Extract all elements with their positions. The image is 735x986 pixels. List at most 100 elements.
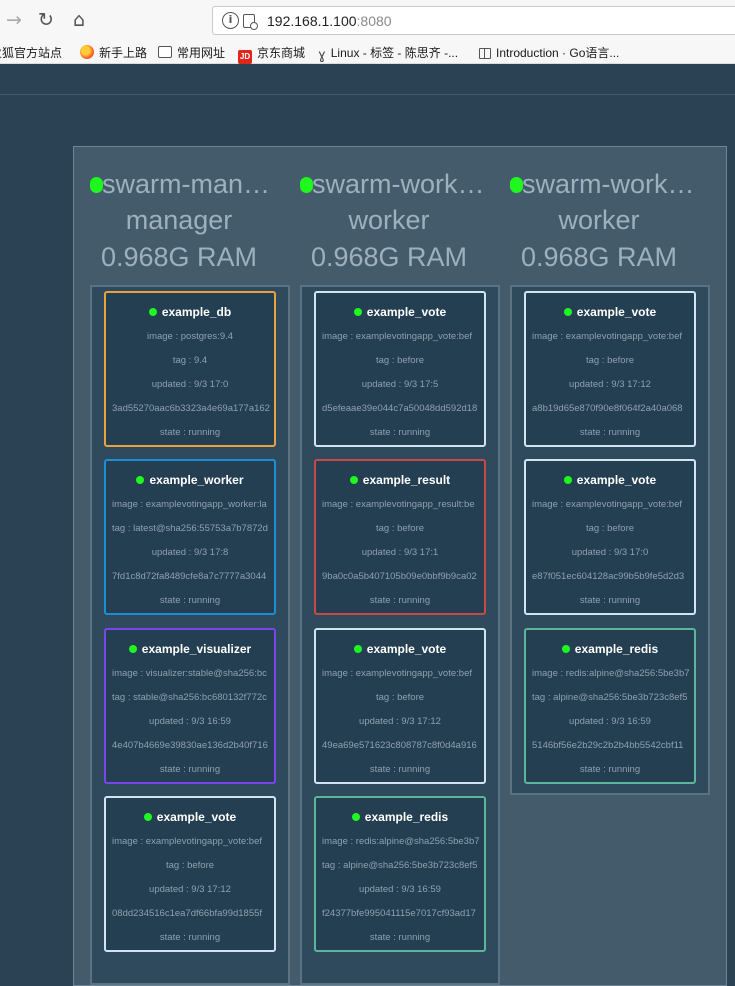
task-state: state : running — [369, 764, 431, 775]
task-updated: updated : 9/3 16:59 — [359, 884, 441, 895]
bookmark-label: 火狐官方站点 — [0, 46, 63, 60]
task-name: example_vote — [366, 642, 447, 656]
bookmark-getting-started[interactable]: 新手上路 — [80, 44, 147, 61]
task-title: example_vote — [526, 305, 694, 319]
task-status-dot — [563, 308, 572, 316]
node-swarm-worker2: swarm-worker2 worker 0.968G RAM example_… — [494, 147, 710, 795]
node-role: worker — [348, 205, 430, 235]
task-card[interactable]: example_visualizer image : visualizer:st… — [104, 628, 276, 784]
firefox-icon — [80, 45, 94, 59]
task-card[interactable]: example_vote image : examplevotingapp_vo… — [524, 459, 696, 615]
task-image: image : examplevotingapp_vote:bef — [532, 331, 682, 342]
node-task-list: example_vote image : examplevotingapp_vo… — [510, 285, 710, 795]
bookmark-firefox-official[interactable]: 火狐官方站点 — [0, 44, 62, 61]
task-name: example_db — [161, 305, 232, 319]
task-status-dot — [353, 308, 362, 316]
task-state: state : running — [369, 427, 431, 438]
bookmark-linux[interactable]: ɣ Linux - 标签 - 陈思齐 -... — [318, 44, 458, 63]
task-image: image : redis:alpine@sha256:5be3b7 — [322, 836, 480, 847]
task-name: example_vote — [366, 305, 447, 319]
task-status-dot — [561, 645, 570, 653]
task-tag: tag : before — [375, 523, 425, 534]
task-card[interactable]: example_vote image : examplevotingapp_vo… — [314, 291, 486, 447]
task-title: example_vote — [106, 810, 274, 824]
info-icon[interactable]: i — [222, 12, 239, 29]
task-id: 49ea69e571623c808787c8f0d4a916 — [322, 740, 477, 751]
bookmark-label: 京东商城 — [257, 46, 306, 60]
task-updated: updated : 9/3 17:1 — [361, 547, 439, 558]
task-state: state : running — [579, 427, 641, 438]
task-id: f24377bfe995041115e7017cf93ad17 — [322, 908, 476, 919]
task-id: a8b19d65e870f90e8f064f2a40a068 — [532, 403, 683, 414]
task-name: example_vote — [156, 810, 237, 824]
task-card[interactable]: example_vote image : examplevotingapp_vo… — [314, 628, 486, 784]
task-tag: tag : latest@sha256:55753a7b7872d — [112, 523, 268, 534]
task-image: image : examplevotingapp_worker:la — [112, 499, 267, 510]
task-image: image : examplevotingapp_vote:bef — [322, 331, 472, 342]
task-status-dot — [349, 476, 358, 484]
node-task-list: example_db image : postgres:9.4 tag : 9.… — [90, 285, 290, 985]
task-title: example_vote — [316, 642, 484, 656]
task-tag: tag : before — [165, 860, 215, 871]
task-updated: updated : 9/3 17:5 — [361, 379, 439, 390]
task-id: 7fd1c8d72fa8489cfe8a7c7777a3044 — [112, 571, 267, 582]
task-state: state : running — [579, 595, 641, 606]
bookmark-go-intro[interactable]: Introduction · Go语言... — [479, 44, 619, 61]
task-image: image : examplevotingapp_vote:bef — [532, 499, 682, 510]
bookmark-common-sites[interactable]: 常用网址 — [158, 44, 225, 61]
url-text[interactable]: 192.168.1.100:8080 — [267, 13, 392, 29]
navigation-bar: → ↻ ⌂ i 192.168.1.100:8080 — [0, 0, 735, 40]
reload-icon[interactable]: ↻ — [34, 8, 58, 32]
task-id: d5efeaae39e044c7a50048dd592d18 — [322, 403, 478, 414]
task-tag: tag : stable@sha256:bc680132f772c — [112, 692, 267, 703]
node-ram: 0.968G RAM — [520, 242, 678, 272]
task-card[interactable]: example_vote image : examplevotingapp_vo… — [104, 796, 276, 952]
task-id: 5146bf56e2b29c2b2b4bb5542cbf11 — [532, 740, 684, 751]
url-host: 192.168.1.100 — [267, 13, 357, 29]
task-tag: tag : before — [585, 523, 635, 534]
task-image: image : redis:alpine@sha256:5be3b7 — [532, 668, 690, 679]
folder-icon — [158, 46, 172, 58]
bookmark-label: 常用网址 — [177, 46, 226, 60]
node-header: swarm-manager manager 0.968G RAM — [74, 147, 284, 285]
node-name: swarm-manager — [102, 169, 284, 199]
browser-toolbar: → ↻ ⌂ i 192.168.1.100:8080 火狐官方站点 新手上路 常… — [0, 0, 735, 64]
home-icon[interactable]: ⌂ — [67, 8, 91, 32]
task-title: example_visualizer — [106, 642, 274, 656]
task-card[interactable]: example_redis image : redis:alpine@sha25… — [314, 796, 486, 952]
bookmark-jd[interactable]: JD 京东商城 — [238, 44, 305, 64]
task-name: example_vote — [576, 473, 657, 487]
task-name: example_worker — [149, 473, 244, 487]
node-role: worker — [558, 205, 640, 235]
task-updated: updated : 9/3 17:8 — [151, 547, 229, 558]
task-id: e87f051ec604128ac99b5b9fe5d2d3 — [532, 571, 685, 582]
task-id: 08dd234516c1ea7df66bfa99d1855f — [112, 908, 263, 919]
forward-arrow-icon[interactable]: → — [2, 8, 26, 32]
task-updated: updated : 9/3 17:0 — [571, 547, 649, 558]
task-title: example_worker — [106, 473, 274, 487]
address-bar[interactable]: i 192.168.1.100:8080 — [212, 6, 735, 35]
task-tag: tag : before — [375, 355, 425, 366]
task-card[interactable]: example_worker image : examplevotingapp_… — [104, 459, 276, 615]
task-state: state : running — [579, 764, 641, 775]
task-state: state : running — [159, 764, 221, 775]
task-name: example_redis — [364, 810, 449, 824]
node-header: swarm-worker1 worker 0.968G RAM — [284, 147, 494, 285]
jd-icon: JD — [238, 50, 252, 64]
task-name: example_vote — [576, 305, 657, 319]
task-card[interactable]: example_vote image : examplevotingapp_vo… — [524, 291, 696, 447]
task-tag: tag : before — [375, 692, 425, 703]
task-image: image : postgres:9.4 — [146, 331, 234, 342]
node-swarm-worker1: swarm-worker1 worker 0.968G RAM example_… — [284, 147, 500, 985]
task-card[interactable]: example_result image : examplevotingapp_… — [314, 459, 486, 615]
app-header-divider — [0, 94, 735, 95]
page-permissions-icon[interactable] — [243, 14, 258, 30]
node-task-list: example_vote image : examplevotingapp_vo… — [300, 285, 500, 985]
task-title: example_redis — [316, 810, 484, 824]
task-state: state : running — [369, 932, 431, 943]
task-card[interactable]: example_db image : postgres:9.4 tag : 9.… — [104, 291, 276, 447]
task-status-dot — [136, 476, 145, 484]
bookmark-label: Introduction · Go语言... — [496, 46, 620, 60]
task-status-dot — [148, 308, 157, 316]
task-card[interactable]: example_redis image : redis:alpine@sha25… — [524, 628, 696, 784]
